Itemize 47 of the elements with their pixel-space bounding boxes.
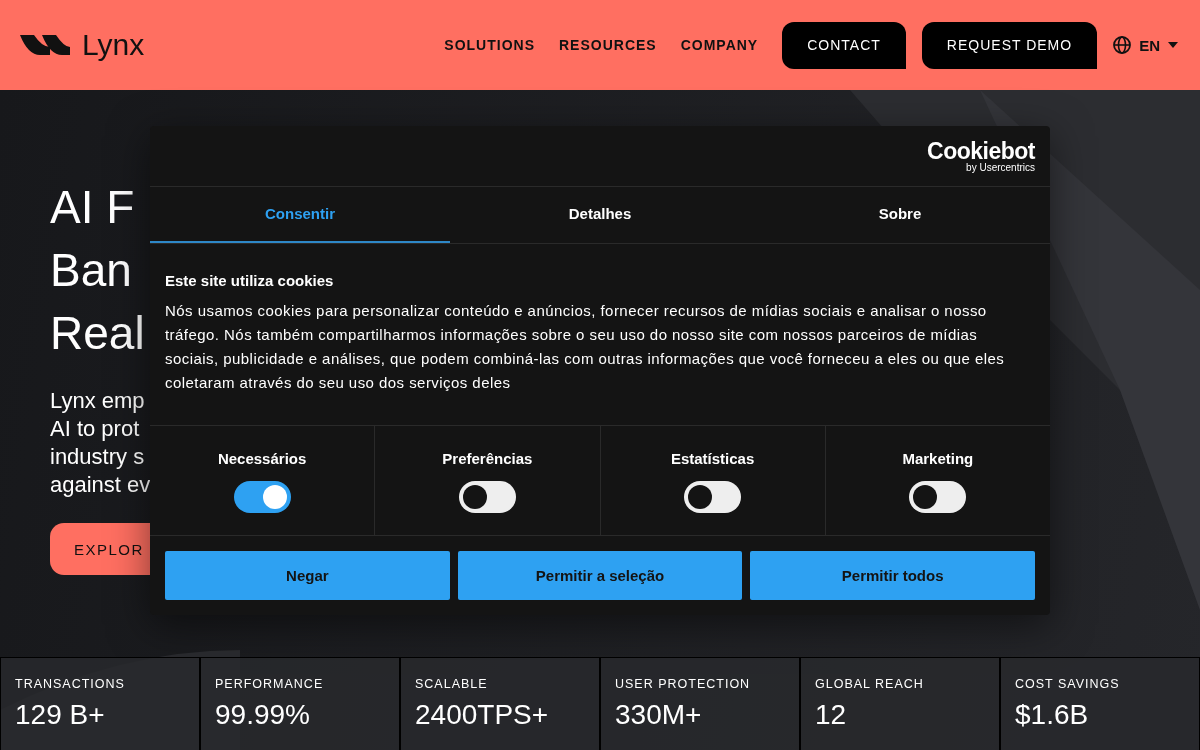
globe-icon <box>1113 36 1132 54</box>
category-label: Marketing <box>902 450 974 467</box>
dialog-text: Nós usamos cookies para personalizar conteúdo e anúncios, fornecer recursos de mídias sociais e analisar o nosso tráfego. Nós também compartilharmos informações sobre o seu uso do nosso site com nossos parceiros de mídias sociais, publicidade e análises, que podem combiná-las com outras informações que você forneceu a eles ou que eles coletaram através do seu uso dos serviços deles <box>165 301 1006 393</box>
consent-button[interactable]: Permitir a seleção <box>457 551 743 600</box>
logo-icon <box>20 33 70 57</box>
stat-label: USER PROTECTION <box>615 677 752 691</box>
hero-text: industry s <box>50 443 145 471</box>
stat-value: 12 <box>815 699 848 731</box>
toggle-switch[interactable] <box>233 481 291 513</box>
stat-label: TRANSACTIONS <box>15 677 126 691</box>
stat-label: SCALABLE <box>415 677 489 691</box>
hero-heading: Ban <box>50 243 132 298</box>
consent-button[interactable]: Permitir todos <box>750 551 1035 600</box>
dialog-tab[interactable]: Detalhes <box>450 187 750 243</box>
header-button[interactable]: CONTACT <box>782 21 906 69</box>
category-label: Necessários <box>217 450 307 467</box>
stat-value: 99.99% <box>215 699 311 731</box>
logo-text[interactable]: Lynx <box>82 28 145 62</box>
dialog-title: Este site utiliza cookies <box>165 272 335 289</box>
stat-value: 2400TPS+ <box>415 699 550 731</box>
hero-heading: Real <box>50 306 145 361</box>
hero-text: against ev <box>50 471 151 499</box>
stat-label: GLOBAL REACH <box>815 677 925 691</box>
hero-heading: AI F <box>50 180 135 235</box>
toggle-switch[interactable] <box>458 481 516 513</box>
category-label: Estatísticas <box>670 450 755 467</box>
stat-value: 330M+ <box>615 699 703 731</box>
consent-button[interactable]: Negar <box>165 551 450 600</box>
dialog-tab[interactable]: Consentir <box>150 187 450 243</box>
caret-icon <box>1168 42 1178 48</box>
toggle-switch[interactable] <box>684 481 742 513</box>
stat-value: 129 B+ <box>15 699 106 731</box>
cookiebot-logo: Cookiebot <box>927 139 1035 162</box>
stat-label: COST SAVINGS <box>1015 677 1121 691</box>
header-button[interactable]: REQUEST DEMO <box>921 21 1098 69</box>
dialog-tab[interactable]: Sobre <box>750 187 1050 243</box>
hero-text: Lynx emp <box>50 387 145 415</box>
nav-link[interactable]: RESOURCES <box>559 37 657 53</box>
language-selector[interactable]: EN <box>1113 36 1178 54</box>
brand-subtitle: by Usercentrics <box>965 161 1035 173</box>
nav-link[interactable]: SOLUTIONS <box>444 37 535 53</box>
nav-link[interactable]: COMPANY <box>680 37 759 53</box>
stat-value: $1.6B <box>1015 699 1090 731</box>
stat-label: PERFORMANCE <box>215 677 325 691</box>
hero-text: AI to prot <box>50 415 140 443</box>
toggle-switch[interactable] <box>909 481 967 513</box>
category-label: Preferências <box>442 450 533 467</box>
